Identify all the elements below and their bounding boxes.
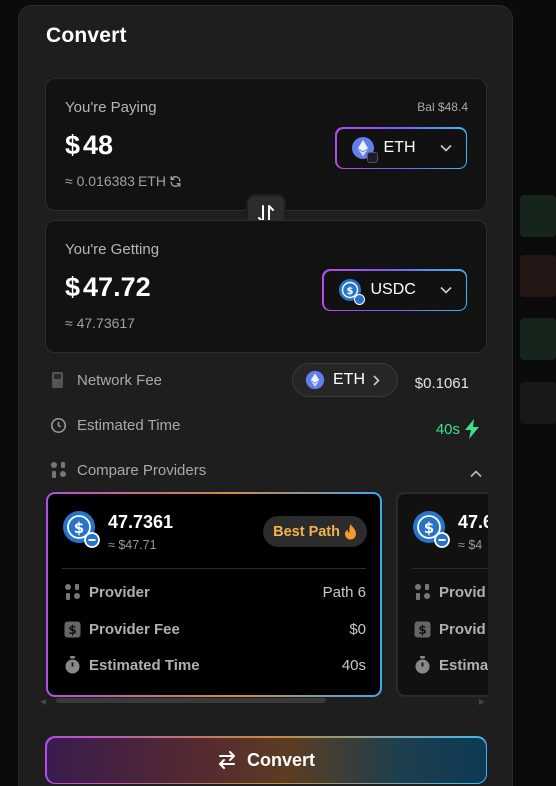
svg-text:$: $ [346, 286, 353, 297]
paying-amount-input[interactable]: $ 48 [65, 130, 113, 161]
paying-token-label: ETH [383, 139, 416, 156]
background-decoration [520, 255, 556, 297]
provider-fee-label: Provider Fee [89, 620, 180, 638]
eth-icon [305, 370, 325, 390]
balance-text[interactable]: Bal $48.4 [417, 100, 468, 114]
provider-card[interactable]: $ 47.6 ≈ $4 Provid $ [396, 492, 488, 697]
background-decoration [520, 318, 556, 360]
chevron-down-icon [439, 141, 452, 155]
provider-fee-row: $ Provider Fee $0 [62, 617, 366, 641]
usdc-icon: $ [62, 510, 100, 548]
provider-time-label: Estima [439, 656, 488, 674]
getting-sub-value: ≈ 47.73617 [65, 315, 135, 331]
provider-carousel[interactable]: $ 47.7361 ≈ $47.71 Best Path Provider Pa… [46, 492, 488, 707]
convert-button[interactable]: Convert [45, 736, 487, 784]
provider-fee-row: $ Provid [412, 617, 488, 641]
stopwatch-icon [412, 656, 432, 674]
provider-time-row: Estima [412, 653, 488, 677]
gas-pump-icon [49, 371, 67, 389]
getting-token-selector[interactable]: $ USDC [322, 269, 467, 311]
swap-horizontal-icon [217, 751, 237, 769]
network-fee-label: Network Fee [77, 371, 163, 389]
provider-value: Path 6 [322, 583, 366, 601]
currency-symbol: $ [65, 130, 81, 160]
estimated-time-value: 40s [436, 419, 480, 439]
provider-card[interactable]: $ 47.7361 ≈ $47.71 Best Path Provider Pa… [46, 492, 382, 697]
estimated-time-row: Estimated Time [49, 408, 489, 442]
chevron-down-icon [439, 283, 452, 297]
providers-icon [412, 583, 432, 601]
svg-text:$: $ [418, 623, 426, 637]
provider-amount: 47.7361 [108, 512, 174, 532]
paying-sub-value: ≈ 0.016383 ETH [65, 173, 182, 189]
providers-icon [49, 461, 67, 479]
background-decoration [520, 195, 556, 237]
network-fee-token-button[interactable]: ETH [292, 363, 398, 397]
getting-amount-value: 47.72 [83, 272, 151, 302]
network-fee-token: ETH [333, 371, 365, 388]
dollar-icon: $ [412, 621, 432, 638]
provider-row: Provid [412, 580, 488, 604]
divider [62, 568, 366, 569]
provider-approx-value: ≈ $47.71 [108, 538, 157, 552]
provider-label: Provid [439, 583, 486, 601]
paying-eth-value: ≈ 0.016383 [65, 173, 135, 189]
provider-fee-value: $0 [349, 620, 366, 638]
stopwatch-icon [62, 656, 82, 674]
providers-icon [62, 583, 82, 601]
currency-symbol: $ [65, 272, 81, 302]
getting-token-label: USDC [370, 281, 416, 298]
divider [412, 568, 488, 569]
paying-eth-unit: ETH [137, 173, 166, 189]
page-title: Convert [46, 24, 127, 47]
svg-text:$: $ [68, 623, 76, 637]
getting-card: You're Getting $ 47.72 ≈ 47.73617 $ USDC [45, 220, 487, 353]
provider-approx-value: ≈ $4 [458, 538, 483, 552]
usdc-icon: $ [412, 510, 450, 548]
provider-scrollbar[interactable]: ◀ ▶ [40, 697, 485, 706]
compare-providers-label: Compare Providers [77, 461, 207, 479]
dollar-icon: $ [62, 621, 82, 638]
provider-row: Provider Path 6 [62, 580, 366, 604]
convert-button-label: Convert [246, 749, 315, 770]
refresh-icon[interactable] [169, 175, 182, 188]
provider-label: Provider [89, 583, 150, 601]
background-decoration [520, 382, 556, 424]
usdc-icon: $ [338, 278, 365, 305]
provider-time-row: Estimated Time 40s [62, 653, 366, 677]
compare-providers-row[interactable]: Compare Providers [49, 453, 489, 487]
getting-label: You're Getting [65, 241, 160, 258]
best-path-badge: Best Path [263, 516, 367, 547]
chevron-right-icon [373, 374, 380, 386]
paying-card: You're Paying Bal $48.4 $ 48 ≈ 0.016383 … [45, 78, 487, 211]
paying-amount: 48 [83, 130, 114, 160]
best-path-label: Best Path [273, 523, 340, 540]
clock-icon [49, 417, 67, 434]
getting-amount: $ 47.72 [65, 272, 151, 303]
network-fee-value: $0.1061 [414, 375, 469, 392]
estimated-time-text: 40s [435, 420, 460, 438]
provider-amount: 47.6 [458, 512, 488, 532]
svg-text:$: $ [74, 519, 84, 537]
eth-icon [351, 136, 378, 163]
estimated-time-label: Estimated Time [77, 416, 181, 434]
paying-label: You're Paying [65, 99, 157, 116]
provider-fee-label: Provid [439, 620, 486, 638]
chevron-up-icon[interactable] [470, 466, 482, 481]
provider-time-value: 40s [341, 656, 366, 674]
fire-icon [344, 523, 357, 540]
scrollbar-thumb[interactable] [56, 698, 326, 703]
provider-time-label: Estimated Time [89, 656, 200, 674]
svg-text:$: $ [424, 519, 434, 537]
paying-token-selector[interactable]: ETH [335, 127, 467, 169]
lightning-icon [464, 419, 480, 439]
convert-panel: Convert You're Paying Bal $48.4 $ 48 ≈ 0… [18, 5, 513, 786]
